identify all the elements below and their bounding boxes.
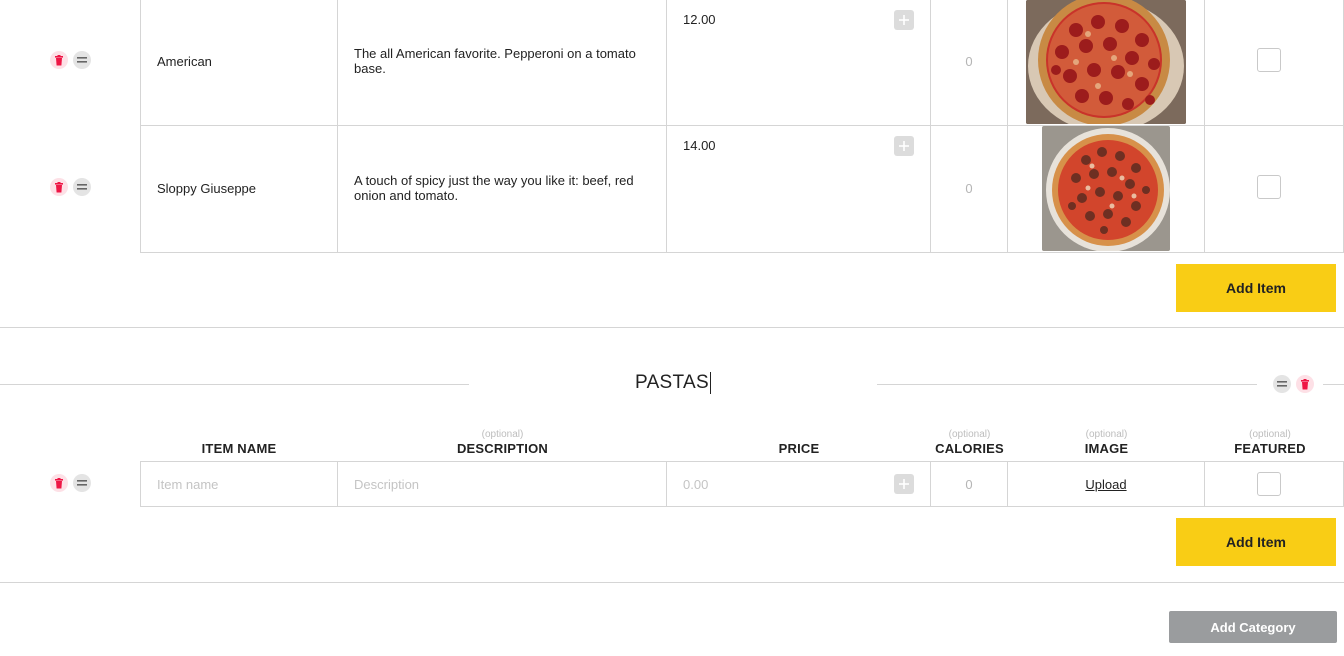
- trash-icon: [1301, 378, 1309, 389]
- item-featured-cell: [1205, 126, 1344, 253]
- item-featured-cell: [1205, 0, 1344, 126]
- featured-checkbox[interactable]: [1257, 48, 1281, 72]
- item-description-cell[interactable]: The all American favorite. Pepperoni on …: [338, 0, 667, 126]
- description-placeholder: Description: [354, 477, 420, 492]
- column-header-description: (optional) DESCRIPTION: [338, 429, 667, 457]
- column-header-price: PRICE: [667, 429, 931, 457]
- column-optional-note: (optional): [948, 429, 991, 440]
- drag-handle[interactable]: [73, 474, 91, 492]
- item-description-cell[interactable]: A touch of spicy just the way you like i…: [338, 126, 667, 253]
- featured-checkbox[interactable]: [1257, 472, 1281, 496]
- item-name-input[interactable]: Item name: [140, 461, 338, 507]
- row-actions: [50, 178, 94, 198]
- item-name-cell[interactable]: Sloppy Giuseppe: [140, 126, 338, 253]
- item-price-cell[interactable]: 12.00: [667, 0, 931, 126]
- upload-link[interactable]: Upload: [1008, 477, 1204, 492]
- drag-handle-icon: [77, 57, 87, 63]
- column-label: CALORIES: [935, 441, 1004, 456]
- item-calories-cell[interactable]: 0: [931, 126, 1008, 253]
- add-category-button[interactable]: Add Category: [1169, 611, 1337, 643]
- trash-icon: [55, 477, 63, 488]
- plus-icon: [899, 15, 909, 25]
- image-upload-cell: Upload: [1008, 461, 1205, 507]
- category-title[interactable]: PASTAS: [470, 372, 876, 394]
- item-name[interactable]: Sloppy Giuseppe: [157, 181, 256, 196]
- category-title-text[interactable]: PASTAS: [635, 372, 709, 393]
- category-drag-handle[interactable]: [1273, 375, 1291, 393]
- drag-handle-icon: [77, 480, 87, 486]
- plus-icon: [899, 479, 909, 489]
- price-placeholder: 0.00: [683, 477, 709, 492]
- delete-item-button[interactable]: [50, 178, 68, 196]
- row-actions: [50, 51, 94, 71]
- column-optional-note: [140, 429, 338, 441]
- item-name-placeholder: Item name: [157, 477, 219, 492]
- featured-cell: [1205, 461, 1344, 507]
- item-name[interactable]: American: [157, 54, 212, 69]
- delete-category-button[interactable]: [1296, 375, 1314, 393]
- item-price-cell[interactable]: 14.00: [667, 126, 931, 253]
- item-calories-cell[interactable]: 0: [931, 0, 1008, 126]
- drag-handle[interactable]: [73, 178, 91, 196]
- item-image-cell[interactable]: [1008, 0, 1205, 126]
- add-item-button[interactable]: Add Item: [1176, 264, 1336, 312]
- add-item-button[interactable]: Add Item: [1176, 518, 1336, 566]
- category-title-line-left: [0, 384, 469, 385]
- column-label: ITEM NAME: [201, 441, 277, 456]
- trash-icon: [55, 181, 63, 192]
- trash-icon: [55, 54, 63, 65]
- featured-checkbox[interactable]: [1257, 175, 1281, 199]
- drag-handle-icon: [77, 184, 87, 190]
- calories-value: 0: [965, 477, 973, 492]
- plus-icon: [899, 141, 909, 151]
- column-header-image: (optional) IMAGE: [1008, 429, 1205, 457]
- category-title-line-end: [1323, 384, 1344, 385]
- price-input[interactable]: 0.00: [667, 461, 931, 507]
- item-name-cell[interactable]: American: [140, 0, 338, 126]
- delete-item-button[interactable]: [50, 51, 68, 69]
- beef-pizza-image: [1042, 126, 1170, 251]
- column-optional-note: (optional): [1085, 429, 1128, 440]
- column-optional-note: [667, 429, 931, 441]
- add-option-button[interactable]: [894, 10, 914, 30]
- column-header-item-name: ITEM NAME: [140, 429, 338, 457]
- column-label: IMAGE: [1084, 441, 1129, 456]
- pepperoni-pizza-image: [1026, 0, 1186, 124]
- calories-input[interactable]: 0: [931, 461, 1008, 507]
- column-header-featured: (optional) FEATURED: [1205, 429, 1335, 457]
- section-divider: [0, 327, 1344, 328]
- column-optional-note: (optional): [481, 429, 524, 440]
- item-calories[interactable]: 0: [931, 181, 1007, 196]
- item-description[interactable]: The all American favorite. Pepperoni on …: [354, 46, 642, 76]
- category-actions: [1273, 375, 1317, 395]
- item-description[interactable]: A touch of spicy just the way you like i…: [354, 173, 642, 203]
- description-input[interactable]: Description: [338, 461, 667, 507]
- item-price[interactable]: 14.00: [683, 138, 716, 153]
- row-actions: [50, 474, 94, 494]
- text-cursor: [709, 372, 711, 394]
- drag-handle[interactable]: [73, 51, 91, 69]
- add-option-button[interactable]: [894, 136, 914, 156]
- column-header-calories: (optional) CALORIES: [931, 429, 1008, 457]
- category-title-line-right: [877, 384, 1257, 385]
- delete-item-button[interactable]: [50, 474, 68, 492]
- column-optional-note: (optional): [1249, 429, 1291, 440]
- section-divider: [0, 582, 1344, 583]
- item-calories[interactable]: 0: [931, 54, 1007, 69]
- drag-handle-icon: [1277, 381, 1287, 387]
- column-label: FEATURED: [1234, 441, 1306, 456]
- item-image-cell[interactable]: [1008, 126, 1205, 253]
- column-label: DESCRIPTION: [456, 441, 549, 456]
- item-price[interactable]: 12.00: [683, 12, 716, 27]
- column-label: PRICE: [778, 441, 820, 456]
- add-option-button[interactable]: [894, 474, 914, 494]
